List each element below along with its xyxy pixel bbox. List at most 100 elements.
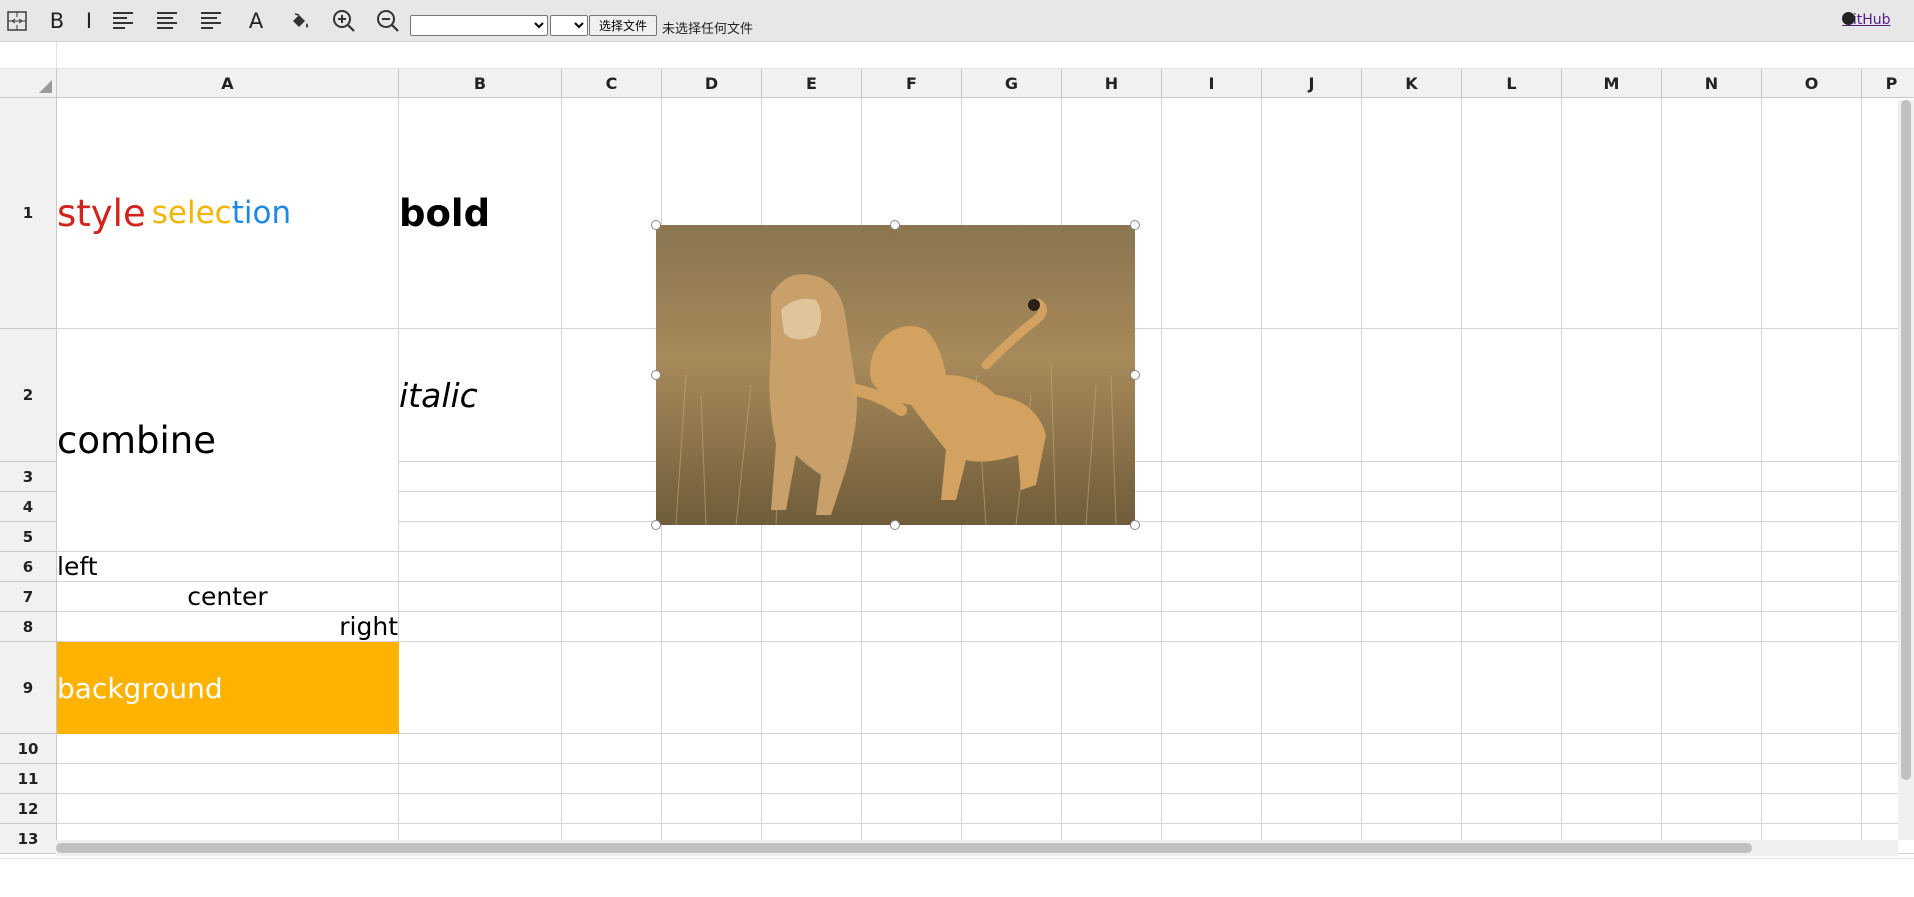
cell-a6[interactable]: left	[57, 552, 398, 581]
select-all-corner[interactable]	[0, 69, 57, 98]
vertical-scrollbar[interactable]	[1898, 100, 1914, 840]
cell-a1[interactable]: style sele c t i on	[57, 98, 398, 328]
github-icon	[1842, 12, 1855, 25]
font-color-button[interactable]: A	[243, 8, 269, 34]
formula-bar	[0, 42, 1914, 69]
github-link[interactable]: GitHub	[1842, 12, 1891, 28]
gridline-horizontal	[57, 793, 1914, 794]
row-header-7[interactable]: 7	[0, 582, 57, 612]
cell-a9[interactable]: background	[57, 642, 399, 734]
rich-text-run: i	[243, 195, 253, 231]
choose-file-button[interactable]: 选择文件	[589, 15, 657, 36]
column-header-l[interactable]: L	[1462, 69, 1562, 98]
resize-handle-right[interactable]	[1130, 370, 1140, 380]
gridline-vertical	[1561, 98, 1562, 854]
column-header-e[interactable]: E	[762, 69, 862, 98]
row-header-8[interactable]: 8	[0, 612, 57, 642]
rich-text-run: style	[57, 191, 146, 235]
row-header-9[interactable]: 9	[0, 642, 57, 734]
column-header-j[interactable]: J	[1262, 69, 1362, 98]
column-header-a[interactable]: A	[57, 69, 399, 98]
horizontal-scrollbar[interactable]	[56, 840, 1898, 856]
gridline-vertical	[1261, 98, 1262, 854]
cell-a8[interactable]: right	[57, 612, 398, 641]
gridline-vertical	[1661, 98, 1662, 854]
row-header-11[interactable]: 11	[0, 764, 57, 794]
cell-text: bold	[399, 191, 491, 235]
resize-handle-top-left[interactable]	[651, 220, 661, 230]
paint-bucket-icon	[289, 10, 311, 32]
row-header-13[interactable]: 13	[0, 824, 57, 854]
align-center-icon	[155, 10, 179, 32]
row-header-12[interactable]: 12	[0, 794, 57, 824]
cell-text: right	[339, 612, 398, 641]
lion-cub-photo	[656, 225, 1135, 525]
merge-cells-icon	[6, 10, 28, 32]
zoom-out-button[interactable]	[375, 8, 401, 34]
rich-text-run: c	[214, 195, 232, 231]
italic-button[interactable]: I	[76, 8, 102, 34]
column-header-m[interactable]: M	[1562, 69, 1662, 98]
column-header-b[interactable]: B	[399, 69, 562, 98]
fill-color-button[interactable]	[287, 8, 313, 34]
resize-handle-bottom-left[interactable]	[651, 520, 661, 530]
row-header-4[interactable]: 4	[0, 492, 57, 522]
font-color-icon: A	[248, 9, 264, 33]
cell-a2[interactable]: combine	[57, 329, 398, 551]
italic-icon: I	[85, 9, 93, 33]
column-header-g[interactable]: G	[962, 69, 1062, 98]
spreadsheet-grid[interactable]: ABCDEFGHIJKLMNOP 1 2 3 4 5 6 7 8 9 10 11 12 13 style…	[0, 69, 1914, 858]
row-header-2[interactable]: 2	[0, 329, 57, 462]
rich-text-run: sele	[151, 195, 215, 231]
row-header-5[interactable]: 5	[0, 522, 57, 552]
column-header-h[interactable]: H	[1062, 69, 1162, 98]
zoom-in-button[interactable]	[331, 8, 357, 34]
sheet-bar	[0, 858, 1914, 897]
cell-b2[interactable]: italic	[399, 329, 561, 461]
cell-reference-box[interactable]	[0, 42, 57, 68]
zoom-out-icon	[376, 9, 400, 33]
horizontal-scroll-thumb[interactable]	[56, 843, 1752, 853]
resize-handle-top[interactable]	[890, 220, 900, 230]
row-header-10[interactable]: 10	[0, 734, 57, 764]
merge-cells-button[interactable]	[4, 8, 30, 34]
column-header-f[interactable]: F	[862, 69, 962, 98]
resize-handle-top-right[interactable]	[1130, 220, 1140, 230]
font-family-select[interactable]	[410, 15, 548, 36]
column-header-k[interactable]: K	[1362, 69, 1462, 98]
align-right-icon	[199, 10, 223, 32]
gridline-horizontal	[57, 823, 1914, 824]
rich-text-run: t	[231, 195, 244, 231]
row-header-3[interactable]: 3	[0, 462, 57, 492]
file-status-text: 未选择任何文件	[662, 22, 754, 37]
column-header-c[interactable]: C	[562, 69, 662, 98]
cell-text: italic	[399, 375, 478, 415]
column-header-d[interactable]: D	[662, 69, 762, 98]
cell-text: center	[187, 582, 268, 611]
align-left-icon	[111, 10, 135, 32]
cell-a7[interactable]: center	[57, 582, 398, 611]
row-header-1[interactable]: 1	[0, 98, 57, 329]
resize-handle-bottom[interactable]	[890, 520, 900, 530]
column-header-n[interactable]: N	[1662, 69, 1762, 98]
align-left-button[interactable]	[110, 8, 136, 34]
column-header-p[interactable]: P	[1862, 69, 1914, 98]
column-header-i[interactable]: I	[1162, 69, 1262, 98]
resize-handle-bottom-right[interactable]	[1130, 520, 1140, 530]
bold-icon: B	[49, 9, 65, 33]
font-size-select[interactable]	[550, 15, 588, 36]
column-header-o[interactable]: O	[1762, 69, 1862, 98]
rich-text-run: on	[252, 195, 292, 231]
bold-button[interactable]: B	[44, 8, 70, 34]
resize-handle-left[interactable]	[651, 370, 661, 380]
vertical-scroll-thumb[interactable]	[1901, 100, 1911, 780]
cell-b1[interactable]: bold	[399, 98, 561, 328]
align-center-button[interactable]	[154, 8, 180, 34]
cell-text: background	[57, 671, 223, 705]
row-header-6[interactable]: 6	[0, 552, 57, 582]
align-right-button[interactable]	[198, 8, 224, 34]
embedded-picture[interactable]	[651, 220, 1140, 530]
gridline-vertical	[1361, 98, 1362, 854]
gridline-vertical	[561, 98, 562, 854]
cell-text: combine	[57, 418, 217, 462]
